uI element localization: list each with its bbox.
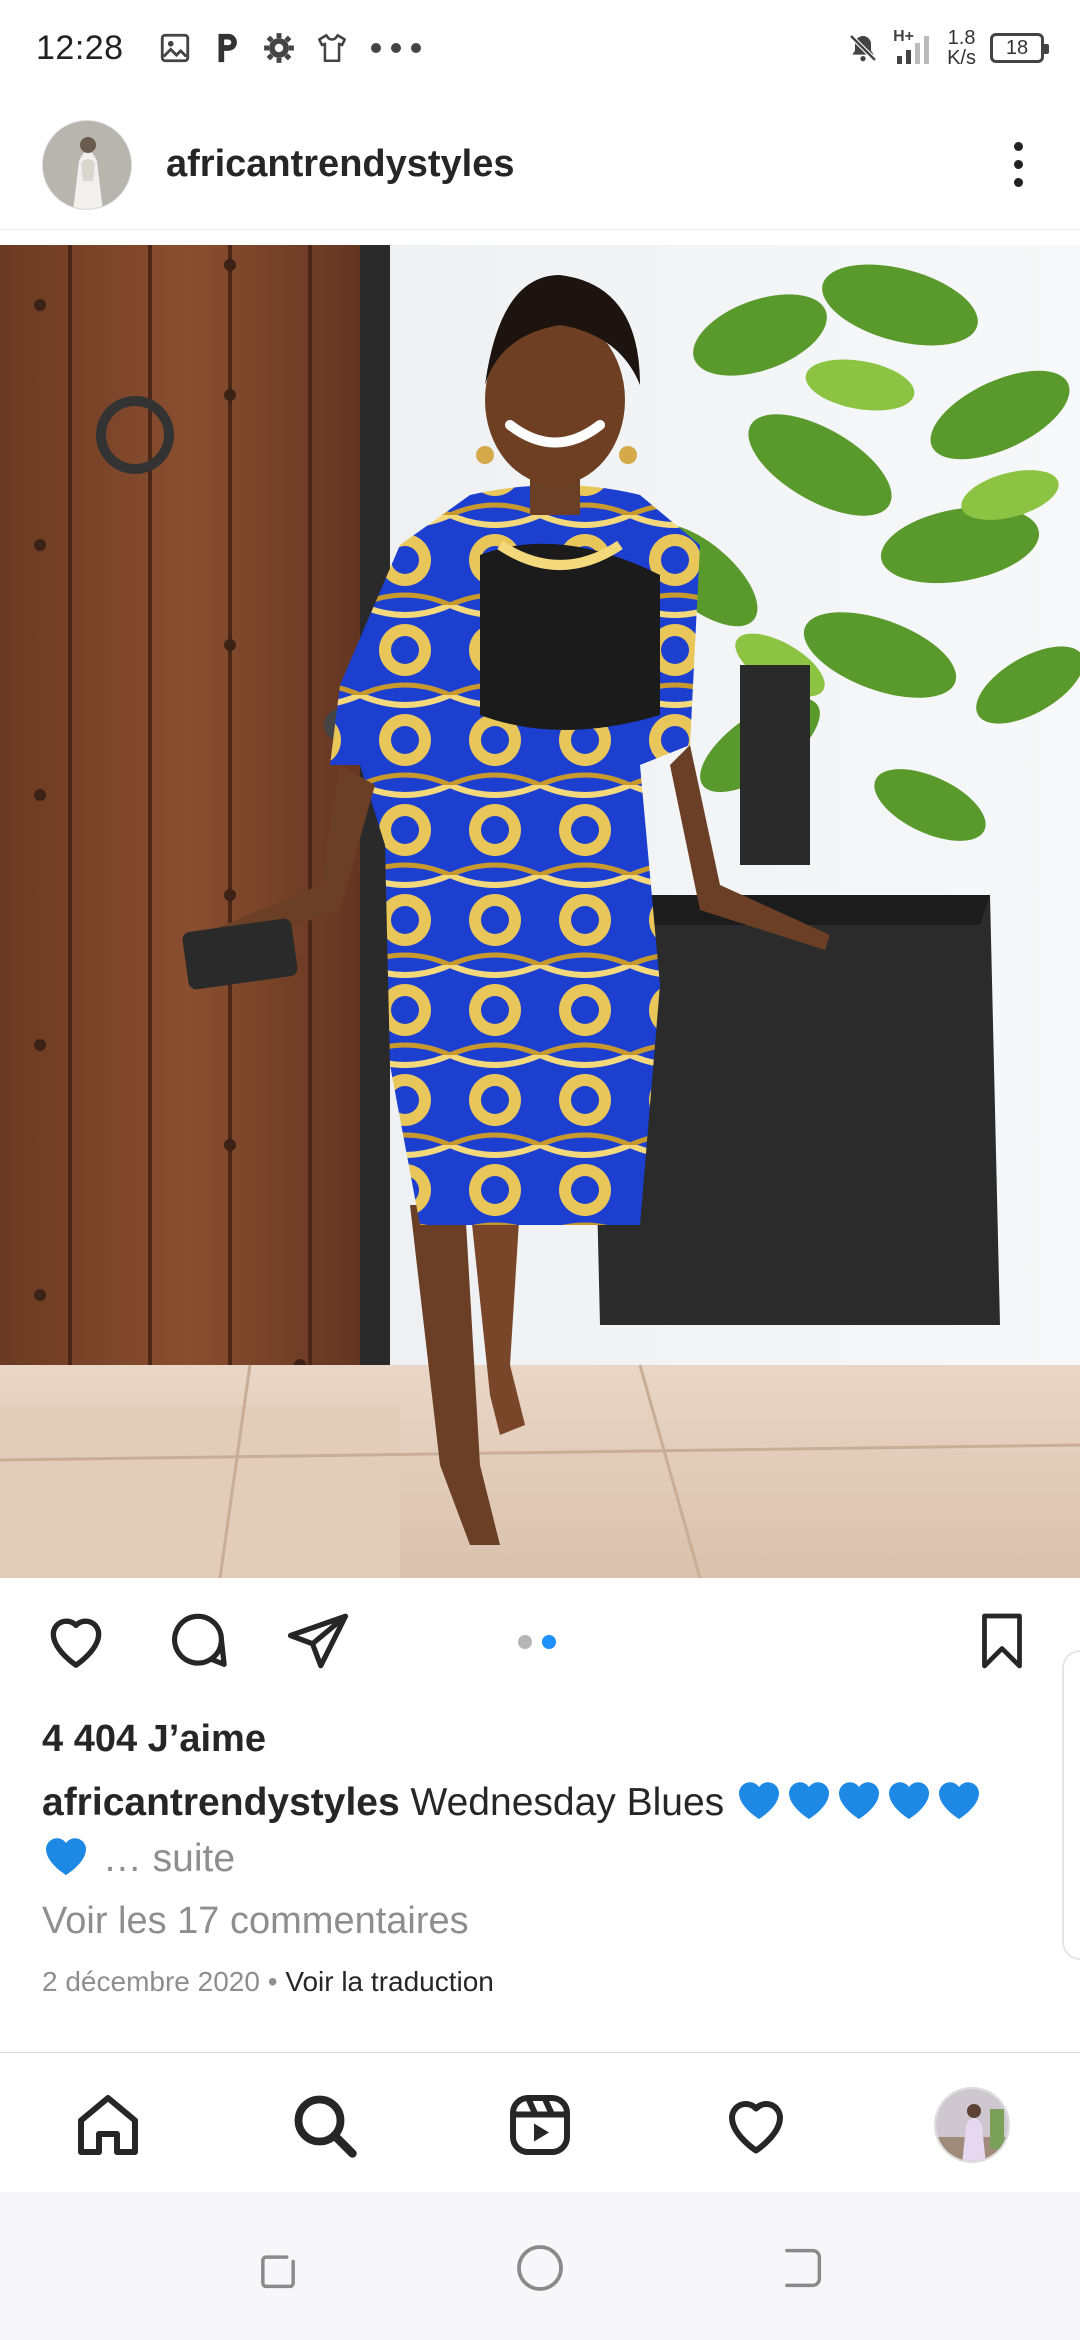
comment-icon[interactable] <box>162 1605 234 1677</box>
p-icon <box>218 33 237 63</box>
system-status-icons: H+ 1.8 K/s 18 <box>847 27 1049 69</box>
network-speed: 1.8 K/s <box>947 27 976 69</box>
heart-icon[interactable] <box>40 1605 112 1677</box>
reels-icon[interactable] <box>502 2087 578 2163</box>
image-icon <box>160 33 189 63</box>
home-icon[interactable] <box>70 2087 146 2163</box>
carousel-indicator <box>518 1635 556 1649</box>
carousel-dot-active <box>542 1635 556 1649</box>
home-button[interactable] <box>512 2240 568 2296</box>
system-nav-bar <box>0 2192 1080 2340</box>
recents-button[interactable] <box>250 2240 306 2296</box>
back-button[interactable] <box>774 2240 830 2296</box>
post-date: 2 décembre 2020 <box>42 1966 260 1997</box>
side-panel-handle[interactable] <box>1062 1650 1080 1960</box>
more-vertical-icon[interactable] <box>998 135 1038 195</box>
translate-link[interactable]: Voir la traduction <box>285 1966 494 1997</box>
shirt-icon <box>317 33 346 63</box>
meta-separator: • <box>259 1966 286 1997</box>
gear-icon <box>263 33 294 63</box>
profile-avatar[interactable] <box>42 119 132 210</box>
carousel-dot <box>518 1635 532 1649</box>
activity-heart-icon[interactable] <box>718 2087 794 2163</box>
search-icon[interactable] <box>286 2087 362 2163</box>
more-dots-icon <box>370 43 421 53</box>
mute-bell-icon <box>849 34 877 62</box>
post-photo[interactable] <box>0 245 1080 1578</box>
view-comments-link[interactable]: Voir les 17 commentaires <box>42 1900 469 1943</box>
post-actions <box>0 1605 1080 1685</box>
notification-icons <box>158 30 424 66</box>
caption-text: Wednesday Blues <box>410 1781 725 1824</box>
post-meta: 2 décembre 2020 • Voir la traduction <box>42 1966 494 1998</box>
status-time: 12:28 <box>36 28 124 67</box>
battery-indicator: 18 <box>990 33 1049 63</box>
caption-username[interactable]: africantrendystyles <box>42 1781 400 1824</box>
signal-icon: H+ <box>893 28 933 66</box>
send-icon[interactable] <box>282 1605 354 1677</box>
status-bar: 12:28 H+ 1.8 K/s 18 <box>0 0 1080 96</box>
post-header: africantrendystyles <box>0 100 1080 230</box>
post-username[interactable]: africantrendystyles <box>166 143 515 186</box>
caption-more-link[interactable]: … suite <box>103 1837 235 1880</box>
like-count[interactable]: 4 404 J’aime <box>42 1718 266 1761</box>
bookmark-icon[interactable] <box>966 1605 1038 1677</box>
profile-avatar[interactable] <box>934 2087 1010 2163</box>
bottom-nav <box>0 2052 1080 2192</box>
post-caption: africantrendystyles Wednesday Blues … su… <box>42 1775 1032 1887</box>
